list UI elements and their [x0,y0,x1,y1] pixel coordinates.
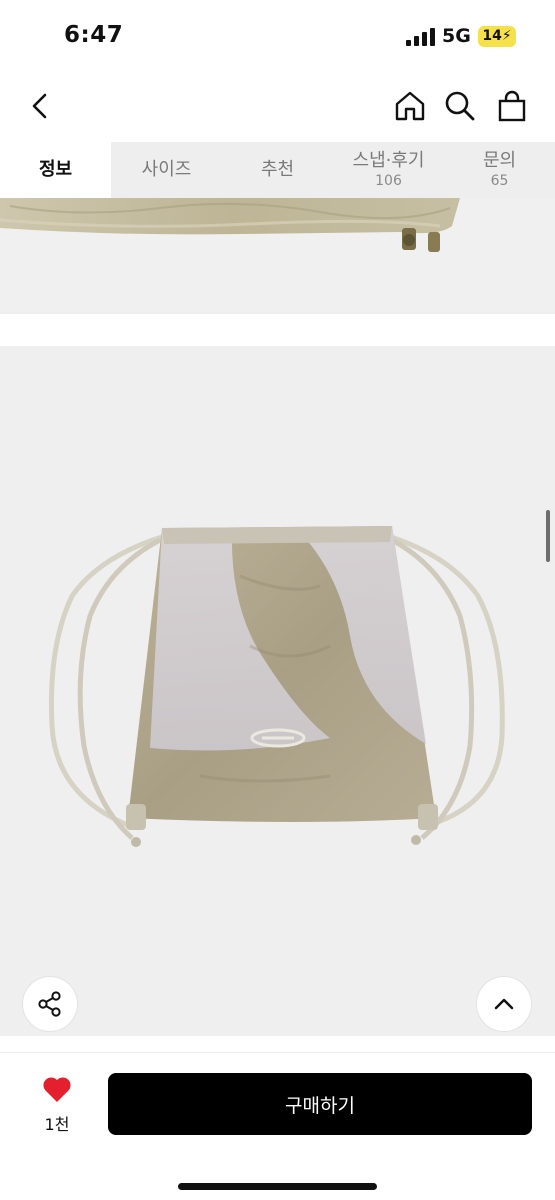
scroll-indicator[interactable] [546,510,550,562]
home-icon [395,91,425,121]
tab-snap-review[interactable]: 스냅·후기 106 [333,142,444,198]
shopping-bag-icon [498,90,526,122]
product-image-partial [0,198,555,314]
like-count: 1천 [44,1115,70,1134]
chevron-up-icon [494,998,514,1010]
tab-recommend[interactable]: 추천 [222,142,333,198]
home-indicator [178,1183,377,1190]
tab-inquiry[interactable]: 문의 65 [444,142,555,198]
tab-label: 스냅·후기 [352,150,425,171]
tab-label: 추천 [260,159,295,180]
charging-icon: ⚡ [501,28,512,44]
bottom-bar: 1천 구매하기 [0,1052,555,1200]
tab-size[interactable]: 사이즈 [111,142,222,198]
share-button[interactable] [22,976,78,1032]
product-image [0,346,555,1036]
tab-label: 정보 [38,159,73,180]
back-icon [32,93,47,119]
buy-button-label: 구매하기 [285,1094,355,1117]
tab-count: 65 [490,173,509,189]
back-button[interactable] [20,86,60,126]
scroll-top-button[interactable] [476,976,532,1032]
battery-icon: 14⚡ [478,26,516,47]
cart-button[interactable] [492,86,532,126]
nav-bar [0,72,555,142]
status-bar: 6:47 5G 14⚡ [0,0,555,72]
image-gap [0,314,555,346]
status-time: 6:47 [64,22,124,48]
like-button[interactable]: 1천 [22,1075,92,1135]
share-icon [38,991,61,1017]
search-icon [445,91,475,121]
product-tabs: 정보 사이즈 추천 스냅·후기 106 문의 65 [0,142,555,198]
network-label: 5G [442,25,471,47]
tab-info[interactable]: 정보 [0,142,111,198]
tab-label: 사이즈 [141,159,192,180]
tab-count: 106 [375,173,402,189]
home-button[interactable] [390,86,430,126]
jacket-hem-image [0,198,460,252]
signal-icon [406,28,435,46]
heart-icon [43,1077,71,1102]
drawstring-bag-image [48,526,505,847]
search-button[interactable] [440,86,480,126]
buy-button[interactable]: 구매하기 [108,1073,532,1135]
tab-label: 문의 [482,150,517,171]
battery-level: 14 [482,28,502,44]
